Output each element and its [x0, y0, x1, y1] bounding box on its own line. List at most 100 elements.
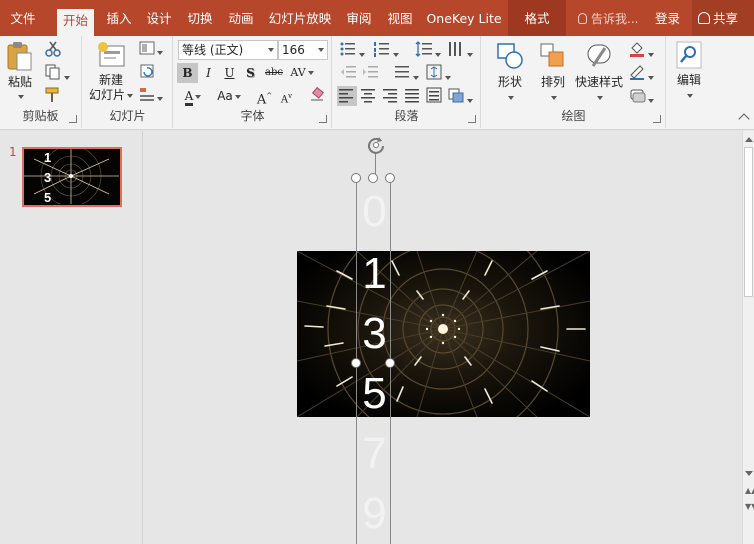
- shape-outline-button[interactable]: [628, 63, 660, 83]
- tab-design[interactable]: 设计: [140, 0, 178, 36]
- numbering-button[interactable]: [373, 40, 407, 60]
- italic-button[interactable]: I: [198, 63, 219, 83]
- text-direction-button[interactable]: [393, 63, 423, 83]
- line-spacing-button[interactable]: [415, 40, 445, 60]
- tab-file[interactable]: 文件: [0, 0, 46, 36]
- copy-button[interactable]: [44, 63, 74, 83]
- reset-icon: [140, 64, 154, 78]
- decrease-indent-button[interactable]: [339, 63, 359, 83]
- thumb-digit: 1: [44, 150, 52, 165]
- section-button[interactable]: [139, 86, 169, 106]
- chevron-down-icon: [195, 94, 202, 99]
- tab-home[interactable]: 开始: [57, 9, 94, 36]
- tab-transitions[interactable]: 切换: [181, 0, 219, 36]
- new-slide-button[interactable]: 新建 幻灯片: [85, 40, 137, 108]
- strikethrough-button[interactable]: abc: [262, 63, 286, 83]
- grow-font-button[interactable]: A^: [254, 86, 275, 107]
- ribbon: 粘贴 剪贴板 新建 幻灯片 幻灯片 等线 (正文) 166 B I U S ab…: [0, 36, 754, 130]
- align-left-button[interactable]: [337, 86, 357, 106]
- share-button[interactable]: 共享: [692, 0, 754, 36]
- chevron-down-icon: [268, 48, 274, 52]
- resize-handle-right[interactable]: [385, 358, 395, 368]
- dialog-launcher-icon[interactable]: [653, 115, 661, 123]
- chevron-down-icon: [597, 95, 603, 100]
- resize-handle-top-right[interactable]: [385, 173, 395, 183]
- previous-slide-icon[interactable]: ▲▲: [745, 487, 754, 495]
- scroll-up-icon[interactable]: [745, 137, 753, 142]
- font-size-combo[interactable]: 166: [278, 40, 328, 60]
- tab-onekey-lite[interactable]: OneKey Lite: [423, 0, 505, 36]
- tab-insert[interactable]: 插入: [100, 0, 138, 36]
- tell-me-search[interactable]: 告诉我...: [578, 0, 638, 36]
- increase-indent-button[interactable]: [361, 63, 381, 83]
- group-label-drawing: 绘图: [561, 109, 586, 123]
- distributed-button[interactable]: [425, 86, 445, 106]
- shape-effects-button[interactable]: [628, 86, 660, 106]
- slide-canvas[interactable]: 0 1 3 5 7 9: [144, 131, 742, 544]
- scroll-thumb[interactable]: [744, 147, 753, 297]
- slide-image[interactable]: [297, 251, 590, 417]
- editing-button[interactable]: 编辑: [669, 40, 709, 108]
- chevron-down-icon: [551, 95, 557, 100]
- chevron-down-icon: [687, 93, 693, 98]
- shape-fill-button[interactable]: [628, 40, 660, 60]
- tab-animations[interactable]: 动画: [222, 0, 260, 36]
- group-label-font: 字体: [240, 109, 265, 123]
- smartart-button[interactable]: [447, 86, 479, 106]
- align-text-button[interactable]: [425, 63, 455, 83]
- arrange-button[interactable]: 排列: [532, 40, 574, 108]
- justify-icon: [405, 89, 419, 103]
- shrink-font-button[interactable]: Av: [276, 86, 297, 106]
- cut-button[interactable]: [44, 40, 68, 60]
- chevron-down-icon: [508, 95, 514, 100]
- reset-button[interactable]: [139, 63, 163, 83]
- scroll-down-icon[interactable]: [745, 471, 753, 476]
- login-button[interactable]: 登录: [655, 0, 680, 36]
- shadow-button[interactable]: S: [240, 63, 261, 83]
- lightbulb-icon: [578, 13, 587, 24]
- resize-handle-left[interactable]: [351, 358, 361, 368]
- resize-handle-top[interactable]: [368, 173, 378, 183]
- add-person-icon: [698, 12, 710, 24]
- quick-styles-button[interactable]: 快速样式: [574, 40, 624, 108]
- tab-slideshow[interactable]: 幻灯片放映: [264, 0, 336, 36]
- chevron-down-icon: [648, 98, 654, 103]
- paste-button[interactable]: 粘贴: [4, 40, 36, 99]
- chevron-down-icon: [445, 75, 451, 80]
- dialog-launcher-icon[interactable]: [319, 115, 327, 123]
- resize-handle-top-left[interactable]: [351, 173, 361, 183]
- slide-thumbnail[interactable]: 1 3 5: [22, 147, 122, 207]
- new-slide-icon: [98, 42, 125, 67]
- align-right-button[interactable]: [381, 86, 401, 106]
- character-spacing-button[interactable]: AV: [287, 63, 317, 83]
- dialog-launcher-icon[interactable]: [69, 115, 77, 123]
- bullet-list-icon: [340, 42, 355, 56]
- tab-format[interactable]: 格式: [508, 0, 566, 36]
- underline-button[interactable]: U: [219, 63, 240, 83]
- tab-review[interactable]: 审阅: [341, 0, 377, 36]
- dialog-launcher-icon[interactable]: [468, 115, 476, 123]
- vertical-scrollbar[interactable]: ▲▲ ▼▼: [742, 131, 754, 544]
- change-case-button[interactable]: Aa: [212, 86, 246, 106]
- textbox-digit: 5: [362, 369, 387, 418]
- layout-button[interactable]: [139, 40, 169, 60]
- bullets-button[interactable]: [339, 40, 373, 60]
- rotate-handle-icon[interactable]: [366, 135, 386, 155]
- shapes-button[interactable]: 形状: [488, 40, 532, 108]
- format-painter-button[interactable]: [44, 86, 68, 106]
- align-center-button[interactable]: [359, 86, 379, 106]
- caret-down-icon: v: [288, 92, 293, 100]
- chevron-down-icon: [467, 98, 473, 103]
- text-direction-icon: [395, 66, 409, 78]
- clear-formatting-button[interactable]: [306, 86, 327, 106]
- font-name-combo[interactable]: 等线 (正文): [178, 40, 278, 60]
- shapes-label: 形状: [497, 75, 522, 89]
- bold-button[interactable]: B: [177, 63, 198, 83]
- next-slide-icon[interactable]: ▼▼: [745, 503, 754, 511]
- shapes-icon: [497, 43, 523, 69]
- tab-view[interactable]: 视图: [381, 0, 419, 36]
- font-color-button[interactable]: A: [177, 86, 209, 106]
- collapse-ribbon-icon[interactable]: [738, 113, 750, 125]
- columns-button[interactable]: [447, 40, 479, 60]
- justify-button[interactable]: [403, 86, 423, 106]
